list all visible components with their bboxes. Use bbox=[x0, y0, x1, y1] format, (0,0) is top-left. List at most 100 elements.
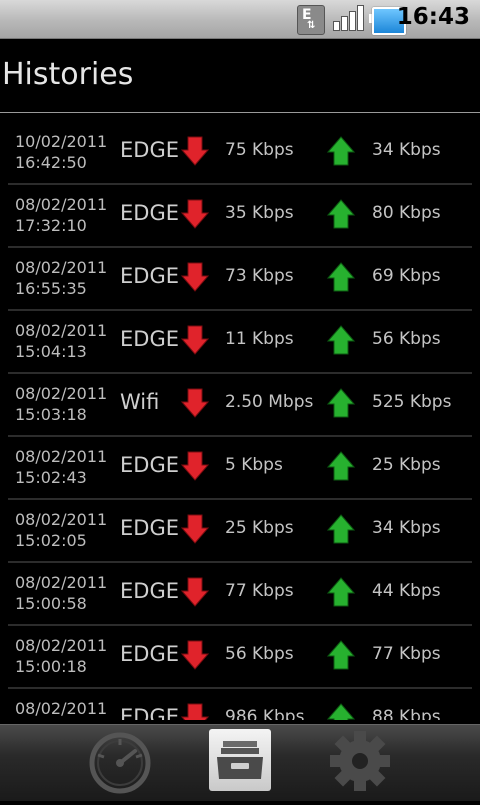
status-time: 16:43 bbox=[396, 4, 470, 30]
history-time: 16:55:35 bbox=[15, 279, 87, 298]
history-date: 08/02/2011 bbox=[15, 258, 108, 277]
download-speed: 77 Kbps bbox=[225, 581, 294, 601]
history-time: 15:02:43 bbox=[15, 468, 87, 487]
history-icon bbox=[217, 741, 263, 779]
history-list[interactable]: 10/02/2011 16:42:50 EDGE 75 Kbps 34 Kbps 08/0… bbox=[0, 122, 480, 720]
arrow-up-icon bbox=[326, 514, 356, 544]
download-speed: 25 Kbps bbox=[225, 518, 294, 538]
arrow-down-icon bbox=[180, 325, 210, 355]
arrow-down-icon bbox=[180, 199, 210, 229]
download-speed: 73 Kbps bbox=[225, 266, 294, 286]
history-row[interactable]: 08/02/2011 15:04:13 EDGE 11 Kbps 56 Kbps bbox=[0, 311, 480, 374]
history-date: 08/02/2011 bbox=[15, 636, 108, 655]
tab-speedtest[interactable] bbox=[80, 725, 160, 801]
arrow-down-icon bbox=[180, 136, 210, 166]
history-row[interactable]: 08/02/2011 15:00:18 EDGE 56 Kbps 77 Kbps bbox=[0, 626, 480, 689]
upload-speed: 44 Kbps bbox=[372, 581, 441, 601]
history-network: EDGE bbox=[120, 453, 179, 477]
history-network: EDGE bbox=[120, 138, 179, 162]
history-datetime: 08/02/2011 15:04:13 bbox=[15, 320, 107, 362]
history-row[interactable]: 08/02/2011 17:32:10 EDGE 35 Kbps 80 Kbps bbox=[0, 185, 480, 248]
upload-speed: 69 Kbps bbox=[372, 266, 441, 286]
upload-speed: 80 Kbps bbox=[372, 203, 441, 223]
history-network: EDGE bbox=[120, 579, 179, 603]
history-network: EDGE bbox=[120, 705, 179, 720]
arrow-up-icon bbox=[326, 199, 356, 229]
tab-history[interactable] bbox=[209, 729, 271, 791]
history-row[interactable]: 08/02/2011 15:03:18 Wifi 2.50 Mbps 525 Kbps bbox=[0, 374, 480, 437]
arrow-up-icon bbox=[326, 325, 356, 355]
arrow-down-icon bbox=[180, 388, 210, 418]
history-row[interactable]: 08/02/2011 EDGE 986 Kbps 88 Kbps bbox=[0, 689, 480, 720]
history-network: EDGE bbox=[120, 201, 179, 225]
arrow-down-icon bbox=[180, 514, 210, 544]
history-date: 10/02/2011 bbox=[15, 132, 108, 151]
arrow-down-icon bbox=[180, 262, 210, 292]
download-speed: 35 Kbps bbox=[225, 203, 294, 223]
history-date: 08/02/2011 bbox=[15, 447, 108, 466]
arrow-up-icon bbox=[326, 262, 356, 292]
history-time: 17:32:10 bbox=[15, 216, 87, 235]
arrow-up-icon bbox=[326, 388, 356, 418]
history-datetime: 08/02/2011 15:00:58 bbox=[15, 572, 107, 614]
tab-settings[interactable] bbox=[320, 725, 400, 801]
upload-speed: 77 Kbps bbox=[372, 644, 441, 664]
history-datetime: 08/02/2011 15:02:43 bbox=[15, 446, 107, 488]
history-datetime: 08/02/2011 17:32:10 bbox=[15, 194, 107, 236]
history-network: EDGE bbox=[120, 642, 179, 666]
history-row[interactable]: 10/02/2011 16:42:50 EDGE 75 Kbps 34 Kbps bbox=[0, 122, 480, 185]
arrow-up-icon bbox=[326, 577, 356, 607]
arrow-up-icon bbox=[326, 703, 356, 720]
history-datetime: 08/02/2011 bbox=[15, 698, 107, 719]
arrow-up-icon bbox=[326, 640, 356, 670]
download-speed: 56 Kbps bbox=[225, 644, 294, 664]
history-time: 15:00:58 bbox=[15, 594, 87, 613]
history-date: 08/02/2011 bbox=[15, 573, 108, 592]
upload-speed: 34 Kbps bbox=[372, 518, 441, 538]
arrow-up-icon bbox=[326, 136, 356, 166]
history-row[interactable]: 08/02/2011 15:02:43 EDGE 5 Kbps 25 Kbps bbox=[0, 437, 480, 500]
upload-speed: 25 Kbps bbox=[372, 455, 441, 475]
edge-network-icon: E ⇅ bbox=[297, 5, 325, 35]
history-network: EDGE bbox=[120, 327, 179, 351]
history-date: 08/02/2011 bbox=[15, 510, 108, 529]
tab-bar bbox=[0, 724, 480, 801]
history-date: 08/02/2011 bbox=[15, 699, 108, 718]
history-network: EDGE bbox=[120, 264, 179, 288]
signal-strength-icon bbox=[333, 5, 365, 31]
upload-speed: 34 Kbps bbox=[372, 140, 441, 160]
history-time: 15:03:18 bbox=[15, 405, 87, 424]
upload-speed: 525 Kbps bbox=[372, 392, 452, 412]
history-date: 08/02/2011 bbox=[15, 195, 108, 214]
history-time: 15:04:13 bbox=[15, 342, 87, 361]
history-network: EDGE bbox=[120, 516, 179, 540]
arrow-up-icon bbox=[326, 451, 356, 481]
history-time: 15:00:18 bbox=[15, 657, 87, 676]
download-speed: 11 Kbps bbox=[225, 329, 294, 349]
page-title: Histories bbox=[2, 57, 134, 92]
history-date: 08/02/2011 bbox=[15, 384, 108, 403]
download-speed: 5 Kbps bbox=[225, 455, 283, 475]
upload-speed: 56 Kbps bbox=[372, 329, 441, 349]
history-row[interactable]: 08/02/2011 15:00:58 EDGE 77 Kbps 44 Kbps bbox=[0, 563, 480, 626]
download-speed: 2.50 Mbps bbox=[225, 392, 314, 412]
download-speed: 75 Kbps bbox=[225, 140, 294, 160]
history-row[interactable]: 08/02/2011 15:02:05 EDGE 25 Kbps 34 Kbps bbox=[0, 500, 480, 563]
upload-speed: 88 Kbps bbox=[372, 707, 441, 720]
history-time: 15:02:05 bbox=[15, 531, 87, 550]
arrow-down-icon bbox=[180, 703, 210, 720]
history-datetime: 08/02/2011 15:03:18 bbox=[15, 383, 107, 425]
history-row[interactable]: 08/02/2011 16:55:35 EDGE 73 Kbps 69 Kbps bbox=[0, 248, 480, 311]
history-date: 08/02/2011 bbox=[15, 321, 108, 340]
gear-icon bbox=[330, 731, 390, 791]
history-time: 16:42:50 bbox=[15, 153, 87, 172]
title-divider bbox=[0, 112, 480, 113]
status-bar: E ⇅ 16:43 bbox=[0, 0, 480, 39]
speedometer-icon bbox=[89, 732, 151, 794]
history-datetime: 10/02/2011 16:42:50 bbox=[15, 131, 107, 173]
history-datetime: 08/02/2011 16:55:35 bbox=[15, 257, 107, 299]
download-speed: 986 Kbps bbox=[225, 707, 305, 720]
history-network: Wifi bbox=[120, 390, 160, 414]
arrow-down-icon bbox=[180, 451, 210, 481]
arrow-down-icon bbox=[180, 640, 210, 670]
